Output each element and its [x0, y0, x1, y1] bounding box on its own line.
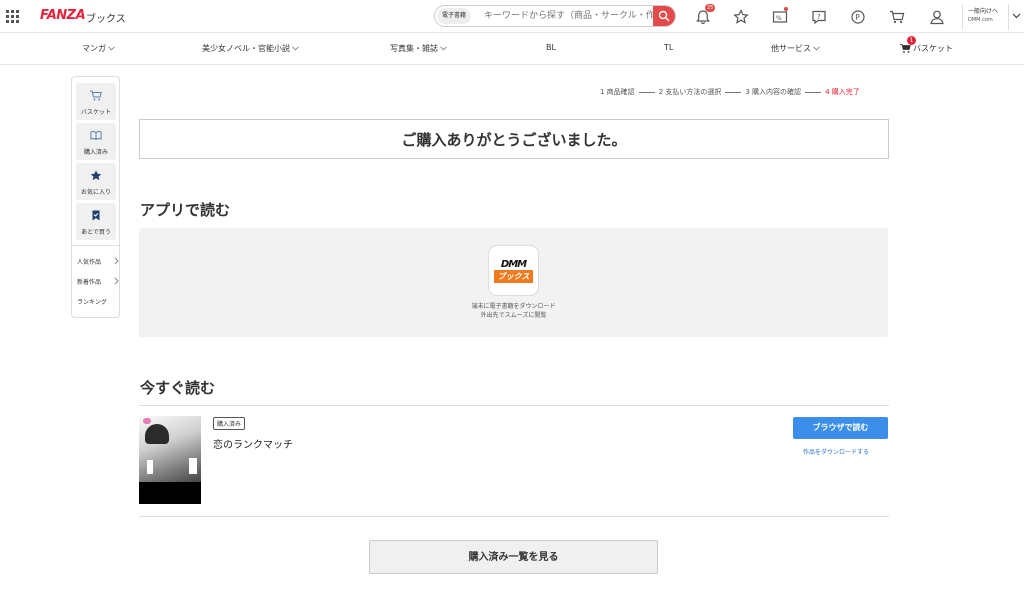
nav-manga[interactable]: マンガ: [82, 43, 115, 54]
site-switch-toggle[interactable]: [1008, 4, 1024, 30]
star-icon: [90, 170, 102, 181]
thank-you-message: ご購入ありがとうございました。: [139, 119, 889, 159]
nav-novel-label: 美少女ノベル・官能小説: [202, 44, 290, 53]
svg-text:P: P: [855, 13, 860, 22]
general-site-link[interactable]: 一般向けへ DMM.com: [968, 7, 998, 25]
step-3: 3 購入内容の確認: [745, 88, 802, 96]
step-2: 2 支払い方法の選択: [658, 88, 722, 96]
sidebar-item-label: お気に入り: [80, 189, 111, 196]
general-site-label: 一般向けへ: [968, 8, 999, 15]
search-button[interactable]: [653, 6, 675, 26]
app-promo-box: DMM ブックス 端末に電子書籍をダウンロード 外出先でスムーズに閲覧: [139, 228, 888, 337]
books-label[interactable]: ブックス: [86, 10, 126, 25]
basket-icon: [90, 90, 102, 101]
sidebar-item-label: 購入済み: [83, 149, 108, 156]
sidebar-item-buy-later[interactable]: あとで買う: [76, 203, 116, 240]
basket-count-badge: 1: [907, 36, 916, 45]
star-icon: [733, 9, 749, 24]
sidebar-item-basket[interactable]: バスケット: [76, 83, 116, 120]
user-icon: [930, 10, 944, 25]
chevron-right-icon: [114, 277, 119, 285]
top-header: FANZA ブックス 電子書籍 25 % ? P 一般向けへ DMM.com: [0, 0, 1024, 33]
step-1: 1 商品確認: [600, 88, 635, 96]
account-button[interactable]: [928, 8, 946, 26]
category-nav: マンガ 美少女ノベル・官能小説 写真集・雑誌 BL TL 他サービス バスケット: [0, 33, 1024, 65]
chevron-down-icon: [292, 46, 299, 51]
apps-grid-icon[interactable]: [6, 10, 19, 23]
notification-count-badge: 25: [705, 4, 716, 12]
nav-photo[interactable]: 写真集・雑誌: [390, 43, 447, 54]
sidebar-divider: [72, 245, 119, 246]
read-now-section-title: 今すぐ読む: [140, 379, 216, 397]
sidebar-link-popular[interactable]: 人気作品: [77, 257, 119, 266]
purchased-badge: 購入済み: [213, 417, 246, 430]
coupon-dot: [784, 7, 788, 11]
sidebar-item-purchased[interactable]: 購入済み: [76, 123, 116, 160]
read-in-browser-button[interactable]: ブラウザで読む: [793, 417, 888, 439]
nav-basket[interactable]: バスケット: [900, 43, 953, 54]
help-bubble-icon: ?: [812, 10, 826, 25]
cart-button[interactable]: [888, 8, 906, 26]
chevron-down-icon: [1012, 13, 1021, 19]
nav-other-label: 他サービス: [771, 44, 811, 53]
fanza-logo[interactable]: FANZA: [40, 8, 86, 23]
search-bar: 電子書籍: [434, 5, 676, 27]
nav-bl[interactable]: BL: [546, 43, 556, 52]
nav-other-services[interactable]: 他サービス: [771, 43, 820, 54]
sidebar-link-label: 新着作品: [77, 279, 102, 286]
sidebar-item-favorites[interactable]: お気に入り: [76, 163, 116, 200]
step-4-current: 4 購入完了: [825, 88, 860, 96]
app-logo-text-bottom: ブックス: [494, 270, 533, 283]
search-icon: [658, 10, 670, 22]
download-link[interactable]: 作品をダウンロードする: [803, 447, 869, 456]
dmm-domain-label: DMM.com: [968, 17, 993, 23]
points-icon: P: [851, 10, 865, 24]
nav-basket-label: バスケット: [913, 44, 953, 53]
cart-icon: [890, 10, 905, 24]
nav-novel[interactable]: 美少女ノベル・官能小説: [202, 43, 299, 54]
header-divider: [962, 4, 963, 30]
svg-text:?: ?: [817, 13, 821, 21]
chevron-down-icon: [440, 46, 447, 51]
view-purchased-list-button[interactable]: 購入済み一覧を見る: [369, 540, 658, 574]
app-logo-text-top: DMM: [500, 259, 527, 270]
help-button[interactable]: ?: [810, 8, 828, 26]
section-divider: [139, 516, 889, 517]
book-icon: [90, 131, 102, 141]
sidebar-item-label: バスケット: [80, 109, 111, 116]
app-description-line1: 端末に電子書籍をダウンロード: [471, 303, 556, 310]
search-category-select[interactable]: 電子書籍: [437, 8, 472, 24]
book-title[interactable]: 恋のランクマッチ: [213, 436, 293, 451]
purchase-steps: 1 商品確認 2 支払い方法の選択 3 購入内容の確認 4 購入完了: [600, 87, 860, 97]
favorites-button[interactable]: [732, 8, 750, 26]
app-description-line2: 外出先でスムーズに閲覧: [480, 312, 547, 319]
section-divider: [139, 405, 889, 406]
coupon-button[interactable]: %: [771, 7, 789, 26]
sidebar-link-label: 人気作品: [77, 259, 102, 266]
sidebar-link-new[interactable]: 新着作品: [77, 277, 119, 286]
chevron-down-icon: [108, 46, 115, 51]
bookmark-check-icon: [92, 210, 100, 221]
nav-manga-label: マンガ: [82, 44, 106, 53]
sidebar-link-ranking[interactable]: ランキング: [77, 297, 107, 306]
search-input[interactable]: [481, 6, 653, 26]
basket-icon: [900, 44, 911, 53]
left-sidebar: バスケット 購入済み お気に入り あとで買う 人気作品 新着作品 ランキング: [71, 76, 120, 318]
app-section-title: アプリで読む: [140, 201, 231, 219]
dmm-books-app-icon[interactable]: DMM ブックス: [488, 245, 539, 296]
notification-button[interactable]: 25: [694, 4, 716, 26]
sidebar-item-label: あとで買う: [81, 229, 111, 236]
points-button[interactable]: P: [849, 8, 867, 26]
book-cover-image[interactable]: [139, 416, 201, 504]
nav-photo-label: 写真集・雑誌: [390, 44, 438, 53]
svg-text:%: %: [776, 15, 782, 22]
nav-tl[interactable]: TL: [664, 43, 673, 52]
chevron-right-icon: [114, 257, 119, 265]
chevron-down-icon: [813, 46, 820, 51]
